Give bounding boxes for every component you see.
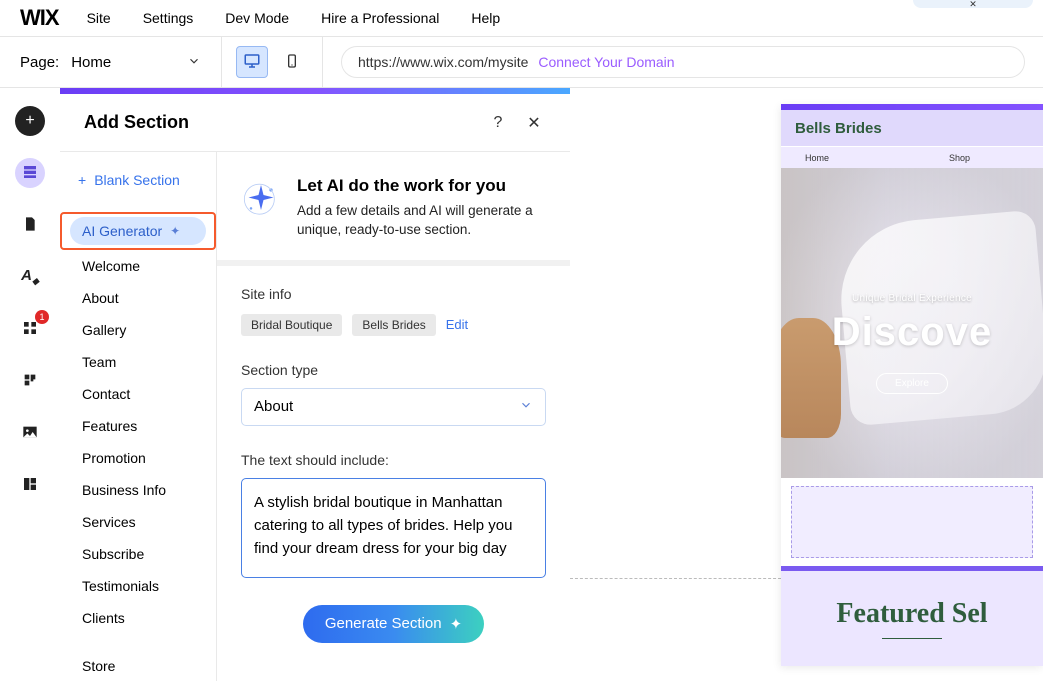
text-include-input[interactable] <box>241 478 546 578</box>
blank-section-button[interactable]: + Blank Section <box>60 164 216 196</box>
preview-nav-shop[interactable]: Shop <box>949 153 970 163</box>
help-button[interactable]: ? <box>486 111 510 135</box>
ai-hero-icon <box>241 176 281 224</box>
chevron-down-icon <box>519 398 533 416</box>
site-info-tag: Bells Brides <box>352 314 435 336</box>
apps-badge: 1 <box>35 310 49 324</box>
category-contact[interactable]: Contact <box>60 378 216 410</box>
page-selector[interactable]: Page: Home <box>0 37 222 87</box>
add-button[interactable]: + <box>15 106 45 136</box>
category-services[interactable]: Services <box>60 506 216 538</box>
generate-section-label: Generate Section <box>325 615 442 632</box>
plus-icon: + <box>25 112 34 130</box>
explore-button[interactable]: Explore <box>876 373 948 394</box>
menu-site[interactable]: Site <box>87 10 111 26</box>
plugin-icon <box>22 372 38 391</box>
question-icon: ? <box>494 114 503 132</box>
top-menu: Site Settings Dev Mode Hire a Profession… <box>87 10 501 26</box>
design-icon: A◆ <box>21 267 39 287</box>
mobile-view-button[interactable] <box>276 46 308 78</box>
site-url: https://www.wix.com/mysite <box>358 54 528 70</box>
section-type-value: About <box>254 398 293 415</box>
apps-icon <box>22 320 38 339</box>
sections-icon <box>22 164 38 183</box>
site-info-label: Site info <box>241 286 546 302</box>
layout-icon <box>22 476 38 495</box>
preview-nav-home[interactable]: Home <box>805 153 829 163</box>
text-include-label: The text should include: <box>241 452 546 468</box>
plus-icon: + <box>78 172 86 188</box>
page-selector-label: Page: <box>20 54 59 71</box>
category-subscribe[interactable]: Subscribe <box>60 538 216 570</box>
desktop-icon <box>243 52 261 73</box>
category-features[interactable]: Features <box>60 410 216 442</box>
generate-section-button[interactable]: Generate Section ✦ <box>303 605 484 643</box>
image-icon <box>21 424 39 443</box>
menu-settings[interactable]: Settings <box>143 10 194 26</box>
page-selector-value: Home <box>71 54 111 71</box>
chevron-down-icon <box>187 54 201 71</box>
sections-button[interactable] <box>15 158 45 188</box>
panel-title: Add Section <box>84 112 474 133</box>
preview-hero: Unique Bridal Experience Discove Explore <box>781 168 1043 478</box>
category-testimonials[interactable]: Testimonials <box>60 570 216 602</box>
page-icon <box>22 215 38 236</box>
close-button[interactable]: ✕ <box>522 111 546 135</box>
ai-generator-item[interactable]: AI Generator ✦ <box>70 217 206 245</box>
hero-title: Discove <box>832 310 992 355</box>
ai-hero-desc: Add a few details and AI will generate a… <box>297 202 546 240</box>
category-business-info[interactable]: Business Info <box>60 474 216 506</box>
plugins-button[interactable] <box>15 366 45 396</box>
category-store[interactable]: Store <box>60 650 216 681</box>
sparkle-icon: ✦ <box>170 224 180 238</box>
category-clients[interactable]: Clients <box>60 602 216 634</box>
category-about[interactable]: About <box>60 282 216 314</box>
menu-dev-mode[interactable]: Dev Mode <box>225 10 289 26</box>
preview-nav: Home Shop <box>781 146 1043 168</box>
site-info-tag: Bridal Boutique <box>241 314 342 336</box>
preview-site-name: Bells Brides <box>781 110 1043 146</box>
ai-generator-label: AI Generator <box>82 223 162 239</box>
featured-title: Featured Sel <box>836 598 987 630</box>
wix-logo: WIX <box>20 5 59 31</box>
connect-domain-link[interactable]: Connect Your Domain <box>538 54 674 70</box>
featured-section: Featured Sel <box>781 566 1043 666</box>
mobile-icon <box>284 53 300 72</box>
media-button[interactable] <box>15 418 45 448</box>
category-list: + Blank Section AI Generator ✦ Welcome A… <box>60 152 217 681</box>
hero-tagline: Unique Bridal Experience <box>852 293 972 304</box>
category-gallery[interactable]: Gallery <box>60 314 216 346</box>
section-type-label: Section type <box>241 362 546 378</box>
desktop-view-button[interactable] <box>236 46 268 78</box>
apps-button[interactable]: 1 <box>15 314 45 344</box>
menu-hire-pro[interactable]: Hire a Professional <box>321 10 439 26</box>
category-promotion[interactable]: Promotion <box>60 442 216 474</box>
layout-button[interactable] <box>15 470 45 500</box>
ai-hero-title: Let AI do the work for you <box>297 176 546 196</box>
category-team[interactable]: Team <box>60 346 216 378</box>
menu-help[interactable]: Help <box>471 10 500 26</box>
section-type-select[interactable]: About <box>241 388 546 426</box>
close-icon: ✕ <box>527 113 540 133</box>
site-preview: Bells Brides Home Shop Unique Bridal Exp… <box>781 104 1043 666</box>
blank-section-label: Blank Section <box>94 172 180 188</box>
edit-site-info-link[interactable]: Edit <box>446 317 468 332</box>
pages-button[interactable] <box>15 210 45 240</box>
section-dropzone[interactable] <box>791 486 1033 558</box>
ai-generator-highlight: AI Generator ✦ <box>60 212 216 250</box>
section-divider <box>570 578 781 579</box>
featured-divider <box>882 638 942 639</box>
url-bar[interactable]: https://www.wix.com/mysite Connect Your … <box>341 46 1025 78</box>
sparkle-icon: ✦ <box>450 615 463 633</box>
top-right-pill[interactable]: ✕ <box>913 0 1033 8</box>
category-welcome[interactable]: Welcome <box>60 250 216 282</box>
design-button[interactable]: A◆ <box>15 262 45 292</box>
